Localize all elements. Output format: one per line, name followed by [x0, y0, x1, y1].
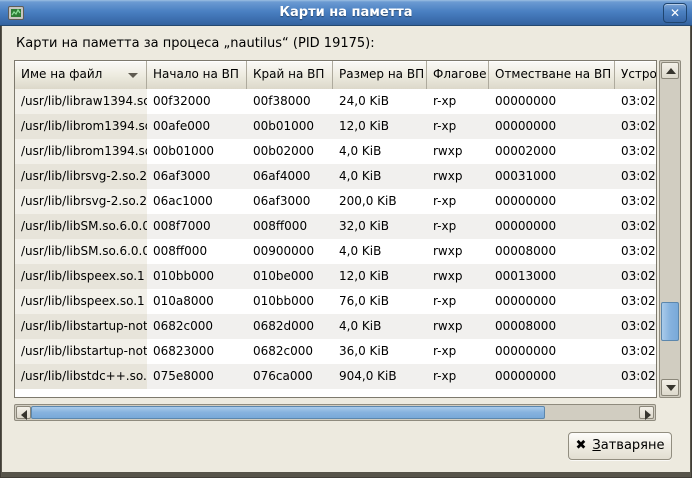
scroll-right-button[interactable]: [639, 406, 654, 419]
close-x-icon: ✖: [576, 438, 587, 453]
table-row[interactable]: /usr/lib/librsvg-2.so.2 06af3000 06af400…: [15, 164, 656, 189]
vertical-scrollbar[interactable]: [659, 60, 681, 398]
titlebar[interactable]: Карти на паметта ✕: [0, 0, 692, 26]
close-button-label: атваряне: [601, 438, 665, 453]
close-dialog-button[interactable]: ✖ Затваряне: [568, 432, 672, 460]
process-maps-label: Карти на паметта за процеса „nautilus“ (…: [16, 36, 375, 51]
table-row[interactable]: /usr/lib/librsvg-2.so.2 06ac1000 06af300…: [15, 189, 656, 214]
memory-maps-table: Име на файл Начало на ВП Край на ВП Разм…: [14, 60, 657, 398]
arrow-down-icon: [666, 385, 676, 391]
window-title: Карти на паметта: [0, 5, 692, 20]
column-header-vm-start[interactable]: Начало на ВП: [147, 61, 247, 89]
close-button-accel: З: [592, 438, 600, 453]
table-row[interactable]: /usr/lib/libraw1394.so 00f32000 00f38000…: [15, 89, 656, 114]
vertical-scrollbar-thumb[interactable]: [661, 302, 679, 341]
column-header-device[interactable]: Устройство: [615, 61, 656, 89]
close-icon: ✕: [670, 6, 680, 20]
table-row[interactable]: /usr/lib/libstartup-not 06823000 0682c00…: [15, 339, 656, 364]
arrow-right-icon: [645, 410, 651, 420]
scroll-left-button[interactable]: [16, 406, 31, 419]
arrow-left-icon: [21, 410, 27, 420]
scroll-down-button[interactable]: [661, 379, 679, 396]
column-header-vm-offset[interactable]: Отместване на ВП: [489, 61, 615, 89]
table-row[interactable]: /usr/lib/libstartup-not 0682c000 0682d00…: [15, 314, 656, 339]
column-header-vm-end[interactable]: Край на ВП: [247, 61, 333, 89]
scroll-up-button[interactable]: [661, 62, 679, 79]
table-row[interactable]: /usr/lib/libspeex.so.1 010a8000 010bb000…: [15, 289, 656, 314]
column-header-filename[interactable]: Име на файл: [15, 61, 147, 89]
horizontal-scrollbar[interactable]: [14, 404, 656, 421]
memory-maps-dialog: Карти на паметта ✕ Карти на паметта за п…: [0, 0, 692, 478]
table-header-row: Име на файл Начало на ВП Край на ВП Разм…: [15, 61, 656, 89]
table-row[interactable]: /usr/lib/librom1394.so 00afe000 00b01000…: [15, 114, 656, 139]
horizontal-scrollbar-thumb[interactable]: [31, 406, 545, 419]
column-header-flags[interactable]: Флагове: [427, 61, 489, 89]
table-row[interactable]: /usr/lib/libspeex.so.1 010bb000 010be000…: [15, 264, 656, 289]
table-row[interactable]: /usr/lib/librom1394.so 00b01000 00b02000…: [15, 139, 656, 164]
sort-descending-icon: [128, 73, 138, 78]
table-row[interactable]: /usr/lib/libstdc++.so. 075e8000 076ca000…: [15, 364, 656, 389]
column-header-vm-size[interactable]: Размер на ВП: [333, 61, 427, 89]
arrow-up-icon: [666, 68, 676, 74]
table-row[interactable]: /usr/lib/libSM.so.6.0.0 008f7000 008ff00…: [15, 214, 656, 239]
window-close-button[interactable]: ✕: [663, 3, 687, 23]
table-row[interactable]: /usr/lib/libSM.so.6.0.0 008ff000 0090000…: [15, 239, 656, 264]
